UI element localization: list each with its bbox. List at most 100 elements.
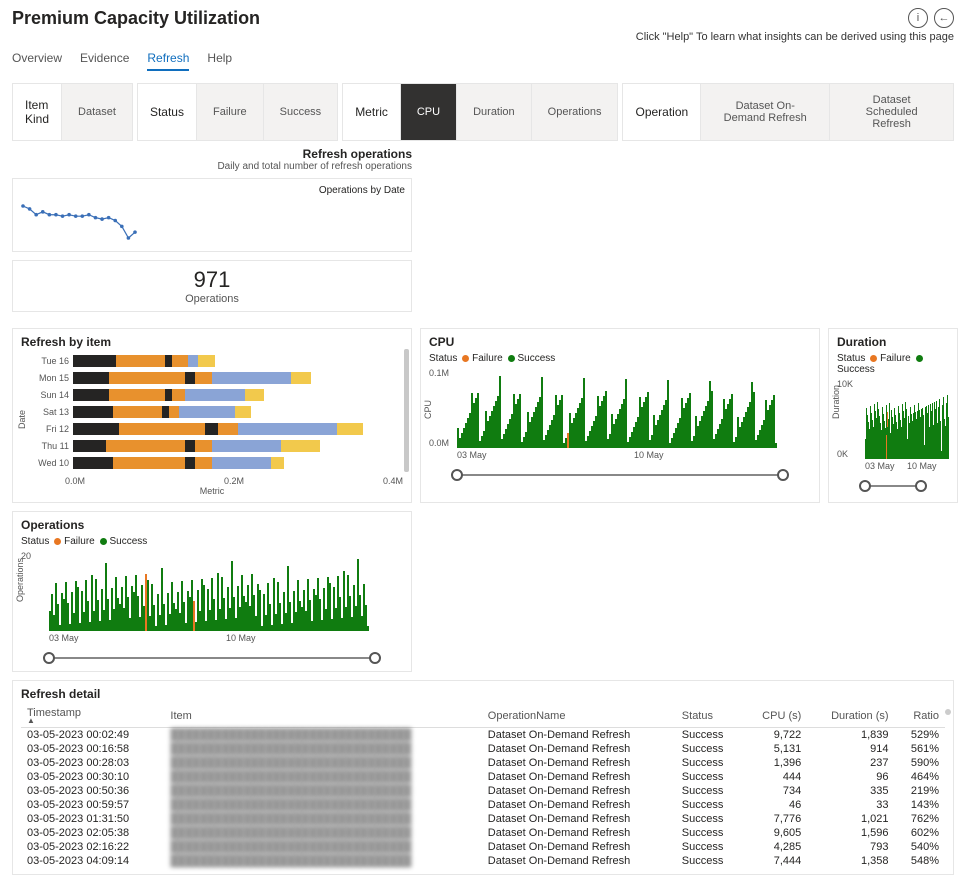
- bar-segment[interactable]: [281, 440, 321, 452]
- filter-failure[interactable]: Failure: [197, 83, 264, 141]
- bar-segment[interactable]: [113, 406, 163, 418]
- filter-dataset-scheduled-refresh[interactable]: Dataset Scheduled Refresh: [830, 83, 954, 141]
- col-item[interactable]: Item: [164, 705, 481, 728]
- scroll-indicator[interactable]: [945, 709, 951, 715]
- total-card[interactable]: 971 Operations: [12, 260, 412, 312]
- bar-segment[interactable]: [165, 355, 172, 367]
- filter-operations[interactable]: Operations: [532, 83, 619, 141]
- hbar-row[interactable]: Sun 14: [29, 387, 403, 403]
- bar-segment[interactable]: [291, 372, 311, 384]
- filter-duration[interactable]: Duration: [457, 83, 532, 141]
- bar[interactable]: [499, 376, 501, 448]
- bar-segment[interactable]: [185, 457, 195, 469]
- bar-segment[interactable]: [337, 423, 363, 435]
- table-row[interactable]: 03-05-2023 01:31:50█████████████████████…: [21, 812, 945, 826]
- bar-segment[interactable]: [116, 355, 166, 367]
- hbar-row[interactable]: Thu 11: [29, 438, 403, 454]
- bar-segment[interactable]: [238, 423, 337, 435]
- col-timestamp[interactable]: Timestamp▲: [21, 705, 164, 728]
- bar[interactable]: [367, 626, 369, 631]
- bar-segment[interactable]: [185, 372, 195, 384]
- table-row[interactable]: 03-05-2023 00:16:58█████████████████████…: [21, 742, 945, 756]
- table-row[interactable]: 03-05-2023 00:02:49█████████████████████…: [21, 728, 945, 743]
- table-row[interactable]: 03-05-2023 00:59:57█████████████████████…: [21, 798, 945, 812]
- bar-segment[interactable]: [165, 389, 172, 401]
- bar-segment[interactable]: [205, 423, 218, 435]
- bar-segment[interactable]: [235, 406, 252, 418]
- bar-segment[interactable]: [172, 389, 185, 401]
- hbar-row[interactable]: Tue 16: [29, 353, 403, 369]
- bar-segment[interactable]: [212, 440, 281, 452]
- bar-segment[interactable]: [179, 406, 235, 418]
- nav-evidence[interactable]: Evidence: [80, 47, 129, 71]
- bar[interactable]: [731, 394, 733, 448]
- nav-help[interactable]: Help: [207, 47, 232, 71]
- bar-segment[interactable]: [119, 423, 205, 435]
- bar-segment[interactable]: [195, 440, 212, 452]
- filter-dataset[interactable]: Dataset: [62, 83, 133, 141]
- back-icon[interactable]: ←: [934, 8, 954, 28]
- bar-segment[interactable]: [73, 423, 119, 435]
- bar-segment[interactable]: [172, 355, 189, 367]
- time-slider[interactable]: [865, 479, 921, 493]
- bar[interactable]: [583, 378, 585, 448]
- col-status[interactable]: Status: [676, 705, 743, 728]
- sparkline-card[interactable]: Operations by Date: [12, 178, 412, 252]
- bar-segment[interactable]: [73, 389, 109, 401]
- hbar-row[interactable]: Mon 15: [29, 370, 403, 386]
- table-row[interactable]: 03-05-2023 02:05:38█████████████████████…: [21, 826, 945, 840]
- nav-refresh[interactable]: Refresh: [147, 47, 189, 71]
- bar-segment[interactable]: [73, 406, 113, 418]
- bar[interactable]: [541, 377, 543, 448]
- bar[interactable]: [775, 443, 777, 448]
- bar[interactable]: [519, 394, 521, 448]
- bar-segment[interactable]: [73, 440, 106, 452]
- filter-dataset-on-demand-refresh[interactable]: Dataset On-Demand Refresh: [701, 83, 830, 141]
- bar-segment[interactable]: [198, 355, 215, 367]
- nav-overview[interactable]: Overview: [12, 47, 62, 71]
- bar[interactable]: [625, 379, 627, 448]
- table-row[interactable]: 03-05-2023 04:09:14█████████████████████…: [21, 854, 945, 868]
- table-row[interactable]: 03-05-2023 02:16:22█████████████████████…: [21, 840, 945, 854]
- time-slider[interactable]: [49, 651, 375, 665]
- bar[interactable]: [259, 590, 261, 631]
- bar-segment[interactable]: [185, 440, 195, 452]
- filter-cpu[interactable]: CPU: [401, 83, 457, 141]
- bar[interactable]: [773, 395, 775, 448]
- bar-segment[interactable]: [106, 440, 185, 452]
- table-row[interactable]: 03-05-2023 00:50:36█████████████████████…: [21, 784, 945, 798]
- bar-segment[interactable]: [73, 457, 113, 469]
- bar-segment[interactable]: [169, 406, 179, 418]
- hbar-row[interactable]: Wed 10: [29, 455, 403, 471]
- info-icon[interactable]: i: [908, 8, 928, 28]
- bar-segment[interactable]: [188, 355, 198, 367]
- bar[interactable]: [667, 380, 669, 448]
- bar-segment[interactable]: [109, 372, 185, 384]
- bar-segment[interactable]: [218, 423, 238, 435]
- bar-segment[interactable]: [195, 457, 212, 469]
- time-slider[interactable]: [457, 468, 783, 482]
- table-row[interactable]: 03-05-2023 00:30:10█████████████████████…: [21, 770, 945, 784]
- bar[interactable]: [477, 393, 479, 448]
- hbar-row[interactable]: Sat 13: [29, 404, 403, 420]
- col-cpu-s-[interactable]: CPU (s): [743, 705, 807, 728]
- hbar-row[interactable]: Fri 12: [29, 421, 403, 437]
- bar-segment[interactable]: [195, 372, 212, 384]
- filter-success[interactable]: Success: [264, 83, 339, 141]
- bar-segment[interactable]: [73, 372, 109, 384]
- col-ratio[interactable]: Ratio: [895, 705, 945, 728]
- bar-segment[interactable]: [109, 389, 165, 401]
- bar[interactable]: [689, 393, 691, 448]
- col-operationname[interactable]: OperationName: [482, 705, 676, 728]
- bar[interactable]: [561, 395, 563, 448]
- col-duration-s-[interactable]: Duration (s): [807, 705, 894, 728]
- bar-segment[interactable]: [212, 372, 291, 384]
- bar-segment[interactable]: [245, 389, 265, 401]
- bar-segment[interactable]: [212, 457, 271, 469]
- bar-segment[interactable]: [185, 389, 244, 401]
- table-row[interactable]: 03-05-2023 00:28:03█████████████████████…: [21, 756, 945, 770]
- bar-segment[interactable]: [271, 457, 284, 469]
- scrollbar[interactable]: [404, 349, 409, 472]
- bar-segment[interactable]: [113, 457, 186, 469]
- bar-segment[interactable]: [162, 406, 169, 418]
